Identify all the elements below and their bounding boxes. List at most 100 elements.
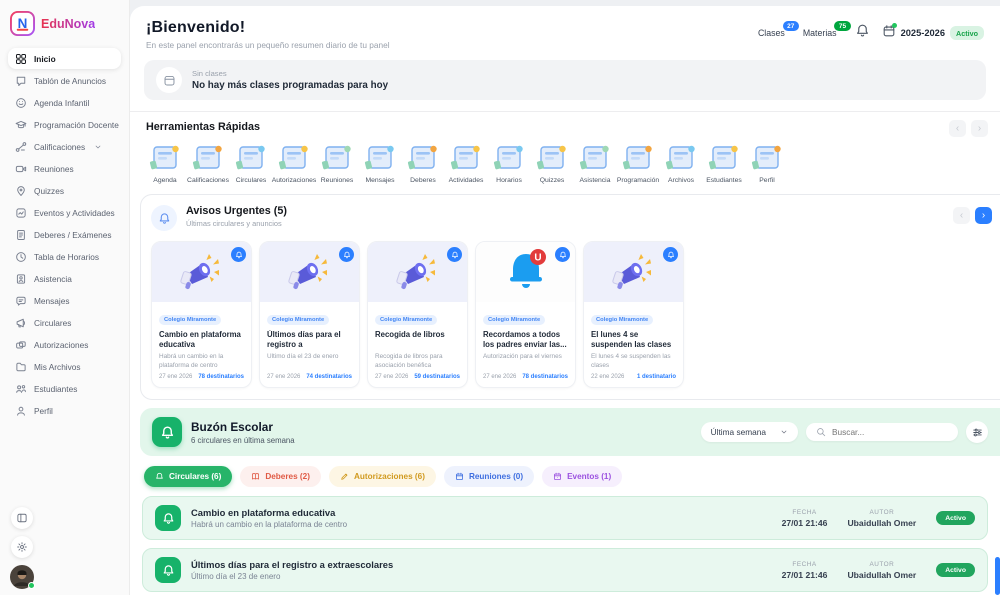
quick-tool-programación[interactable]: Programación (619, 142, 657, 184)
smiley-icon (15, 97, 27, 109)
sidebar-item-estudiantes[interactable]: Estudiantes (8, 378, 121, 399)
sidebar-item-calificaciones[interactable]: Calificaciones (8, 136, 121, 157)
search-input[interactable] (832, 427, 942, 437)
quick-tool-circulares[interactable]: Circulares (232, 142, 270, 184)
year-active-dot (892, 23, 897, 28)
quick-tool-archivos[interactable]: Archivos (662, 142, 700, 184)
notice-card[interactable]: Colegio Miramonte El lunes 4 se suspende… (583, 241, 684, 388)
subjects-count-badge: 75 (834, 21, 850, 31)
folder-icon (15, 361, 27, 373)
online-status-dot (28, 582, 35, 589)
sidebar-item-mensajes[interactable]: Mensajes (8, 290, 121, 311)
filter-eventos[interactable]: Eventos (1) (542, 466, 622, 487)
collapse-sidebar-button[interactable] (11, 507, 33, 529)
subjects-stat[interactable]: Materias 75 (803, 28, 843, 38)
quick-tool-mensajes[interactable]: Mensajes (361, 142, 399, 184)
quick-tool-quizzes[interactable]: Quizzes (533, 142, 571, 184)
recipients-link[interactable]: 78 destinatarios (198, 374, 244, 380)
fecha-label: FECHA (782, 509, 828, 516)
sidebar-item-tabla-de-horarios[interactable]: Tabla de Horarios (8, 246, 121, 267)
quick-tool-asistencia[interactable]: Asistencia (576, 142, 614, 184)
period-select-value: Última semana (711, 427, 766, 437)
tools-next-button[interactable]: › (971, 120, 988, 137)
notice-card[interactable]: Colegio Miramonte Últimos días para el r… (259, 241, 360, 388)
quick-tool-horarios[interactable]: Horarios (490, 142, 528, 184)
quick-tool-perfil[interactable]: Perfil (748, 142, 786, 184)
recipients-link[interactable]: 74 destinatarios (306, 374, 352, 380)
quick-tool-estudiantes[interactable]: Estudiantes (705, 142, 743, 184)
notice-card[interactable]: Colegio Miramonte Cambio en plataforma e… (151, 241, 252, 388)
notice-description: El lunes 4 se suspenden las clases (591, 353, 676, 370)
quick-tool-deberes[interactable]: Deberes (404, 142, 442, 184)
quick-tool-actividades[interactable]: Actividades (447, 142, 485, 184)
app-logo[interactable]: N EduNova (10, 11, 119, 36)
period-select[interactable]: Última semana (701, 422, 798, 442)
tools-prev-button[interactable]: ‹ (949, 120, 966, 137)
sidebar-item-label: Inicio (34, 54, 56, 64)
card-illustration (584, 242, 683, 302)
sidebar-item-tablon-de-anuncios[interactable]: Tablón de Anuncios (8, 70, 121, 91)
pen-icon (340, 472, 349, 481)
quick-tool-calificaciones[interactable]: Calificaciones (189, 142, 227, 184)
no-classes-message: No hay más clases programadas para hoy (192, 80, 388, 91)
filter-reuniones[interactable]: Reuniones (0) (444, 466, 534, 487)
sidebar-item-asistencia[interactable]: Asistencia (8, 268, 121, 289)
sidebar-item-eventos-y-actividades[interactable]: Eventos y Actividades (8, 202, 121, 223)
user-avatar[interactable] (10, 565, 34, 589)
megaphone-illustration (605, 250, 663, 294)
id-card-icon (15, 273, 27, 285)
recipients-link[interactable]: 59 destinatarios (414, 374, 460, 380)
sidebar-item-label: Quizzes (34, 186, 64, 196)
school-year-selector[interactable]: 2025-2026 Activo (882, 24, 984, 43)
notice-card[interactable]: Colegio Miramonte Recogida de libros Rec… (367, 241, 468, 388)
sidebar-item-perfil[interactable]: Perfil (8, 400, 121, 421)
quick-tool-autorizaciones[interactable]: Autorizaciones (275, 142, 313, 184)
quick-tool-reuniones[interactable]: Reuniones (318, 142, 356, 184)
tool-label: Mensajes (365, 177, 394, 184)
classes-stat[interactable]: Clases 27 (758, 28, 791, 38)
filter-button[interactable] (966, 421, 988, 443)
sidebar-item-deberes-examenes[interactable]: Deberes / Exámenes (8, 224, 121, 245)
filter-label: Deberes (2) (265, 472, 310, 481)
sidebar-item-circulares[interactable]: Circulares (8, 312, 121, 333)
sidebar-item-reuniones[interactable]: Reuniones (8, 158, 121, 179)
inbox-search[interactable] (806, 423, 958, 441)
sidebar-item-agenda-infantil[interactable]: Agenda Infantil (8, 92, 121, 113)
notice-type-badge (339, 247, 354, 262)
filter-circulares[interactable]: Circulares (6) (144, 466, 232, 487)
scrollbar-thumb[interactable] (995, 557, 1000, 595)
sidebar-item-autorizaciones[interactable]: Autorizaciones (8, 334, 121, 355)
sidebar-item-label: Agenda Infantil (34, 98, 89, 108)
notice-card[interactable]: U Colegio Miramonte Recordamos a todos l… (475, 241, 576, 388)
notifications-button[interactable] (855, 23, 870, 43)
recipients-link[interactable]: 1 destinatario (637, 374, 676, 380)
quick-tool-agenda[interactable]: Agenda (146, 142, 184, 184)
notice-description: Recogida de libros para asociación benéf… (375, 353, 460, 370)
settings-button[interactable] (11, 536, 33, 558)
inbox-row[interactable]: Últimos días para el registro a extraesc… (142, 548, 988, 592)
urgent-notices-header: Avisos Urgentes (5) Últimas circulares y… (151, 205, 990, 231)
filter-autorizaciones[interactable]: Autorizaciones (6) (329, 466, 436, 487)
row-subtitle: Último día el 23 de enero (191, 572, 393, 581)
notice-title: Recordamos a todos los padres enviar las… (483, 330, 568, 350)
inbox-row[interactable]: Cambio en plataforma educativa Habrá un … (142, 496, 988, 540)
sidebar-item-label: Asistencia (34, 274, 72, 284)
calendar-event-icon (553, 472, 562, 481)
school-badge: Colegio Miramonte (591, 315, 653, 325)
cards-icon (15, 339, 27, 351)
row-status-badge: Activo (936, 511, 975, 525)
inbox-bell-icon (152, 417, 182, 447)
sidebar-item-mis-archivos[interactable]: Mis Archivos (8, 356, 121, 377)
graduation-cap-icon (15, 119, 27, 131)
tool-label: Horarios (496, 177, 522, 184)
school-year-value: 2025-2026 (901, 28, 945, 38)
sidebar-item-inicio[interactable]: Inicio (8, 48, 121, 69)
notices-next-button[interactable]: › (975, 207, 992, 224)
recipients-link[interactable]: 78 destinatarios (522, 374, 568, 380)
notices-prev-button[interactable]: ‹ (953, 207, 970, 224)
filter-deberes[interactable]: Deberes (2) (240, 466, 321, 487)
notice-date: 27 ene 2026 (375, 374, 408, 380)
video-camera-icon (15, 163, 27, 175)
sidebar-item-quizzes[interactable]: Quizzes (8, 180, 121, 201)
sidebar-item-programacion-docente[interactable]: Programación Docente (8, 114, 121, 135)
